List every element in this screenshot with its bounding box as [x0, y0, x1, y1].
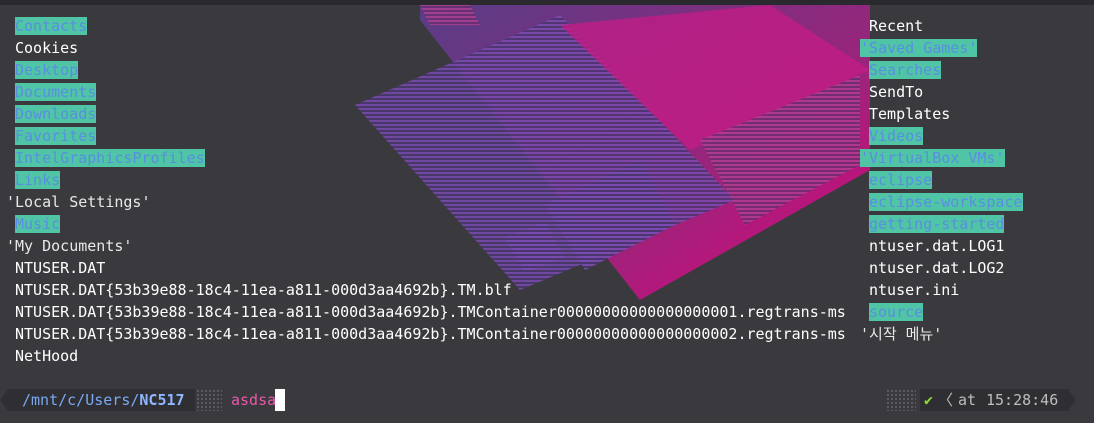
path-current-dir: NC517	[139, 391, 185, 409]
prompt-time: 15:28:46	[986, 391, 1059, 409]
list-item-name: Desktop	[15, 61, 79, 79]
list-item-name: Documents	[15, 83, 97, 101]
list-item: Searches	[860, 59, 1023, 81]
list-item-name: getting-started	[869, 215, 1005, 233]
list-item-name: Links	[15, 171, 61, 189]
list-item: NTUSER.DAT	[6, 257, 846, 279]
prompt-status-segment: ✔ 〈 at 15:28:46	[920, 389, 1076, 411]
list-item: NTUSER.DAT{53b39e88-18c4-11ea-a811-000d3…	[6, 323, 846, 345]
list-item: Videos	[860, 125, 1023, 147]
at-label: at	[958, 391, 977, 409]
prompt-path-segment: /mnt/c/Users/NC517	[0, 389, 195, 411]
list-item-name: 'My Documents'	[6, 237, 133, 255]
prompt-dot-filler	[196, 389, 222, 411]
list-item-name: IntelGraphicsProfiles	[15, 149, 205, 167]
segment-separator-icon: 〈	[938, 391, 954, 409]
text-cursor	[275, 389, 285, 411]
path-prefix: /mnt/c/Users/	[22, 391, 140, 409]
list-item-name: 'Saved Games'	[860, 39, 978, 57]
directory-listing-left: Contacts Cookies Desktop Documents Downloads…	[6, 15, 846, 367]
command-input[interactable]: asdsa	[231, 389, 276, 411]
list-item-name: SendTo	[869, 83, 924, 101]
directory-listing-right: Recent 'Saved Games' Searches SendTo Templat…	[860, 15, 1023, 345]
list-item: Contacts	[6, 15, 846, 37]
list-item: eclipse-workspace	[860, 191, 1023, 213]
list-item-name: Templates	[869, 105, 951, 123]
list-item-name: '시작 메뉴'	[860, 325, 943, 343]
list-item: Desktop	[6, 59, 846, 81]
list-item: ntuser.dat.LOG1	[860, 235, 1023, 257]
list-item: '시작 메뉴'	[860, 323, 1023, 345]
list-item-name: 'Local Settings'	[6, 193, 151, 211]
list-item-name: eclipse-workspace	[869, 193, 1023, 211]
list-item: NTUSER.DAT{53b39e88-18c4-11ea-a811-000d3…	[6, 301, 846, 323]
shell-prompt: /mnt/c/Users/NC517 asdsa ✔ 〈 at 15:28:46	[0, 389, 1094, 411]
list-item-name: NetHood	[15, 347, 79, 365]
list-item-name: 'VirtualBox VMs'	[860, 149, 1005, 167]
list-item: NetHood	[6, 345, 846, 367]
list-item-name: Music	[15, 215, 61, 233]
list-item: SendTo	[860, 81, 1023, 103]
list-item: Favorites	[6, 125, 846, 147]
list-item: IntelGraphicsProfiles	[6, 147, 846, 169]
list-item-name: Favorites	[15, 127, 97, 145]
list-item-name: NTUSER.DAT{53b39e88-18c4-11ea-a811-000d3…	[15, 325, 846, 343]
list-item-name: Cookies	[15, 39, 79, 57]
list-item-name: Searches	[869, 61, 942, 79]
list-item-name: NTUSER.DAT{53b39e88-18c4-11ea-a811-000d3…	[15, 281, 512, 299]
list-item: ntuser.dat.LOG2	[860, 257, 1023, 279]
list-item: ntuser.ini	[860, 279, 1023, 301]
prompt-dot-filler-right	[886, 389, 916, 411]
list-item-name: Recent	[869, 17, 924, 35]
list-item: 'Local Settings'	[6, 191, 846, 213]
list-item: Documents	[6, 81, 846, 103]
check-icon: ✔	[924, 391, 934, 409]
list-item: 'Saved Games'	[860, 37, 1023, 59]
list-item: Downloads	[6, 103, 846, 125]
list-item-name: NTUSER.DAT	[15, 259, 106, 277]
list-item: getting-started	[860, 213, 1023, 235]
list-item-name: source	[869, 303, 924, 321]
list-item: Music	[6, 213, 846, 235]
list-item: Links	[6, 169, 846, 191]
list-item-name: ntuser.dat.LOG1	[869, 237, 1005, 255]
list-item-name: NTUSER.DAT{53b39e88-18c4-11ea-a811-000d3…	[15, 303, 846, 321]
list-item: NTUSER.DAT{53b39e88-18c4-11ea-a811-000d3…	[6, 279, 846, 301]
list-item-name: Contacts	[15, 17, 88, 35]
list-item: Cookies	[6, 37, 846, 59]
list-item-name: eclipse	[869, 171, 933, 189]
list-item: eclipse	[860, 169, 1023, 191]
list-item: source	[860, 301, 1023, 323]
list-item-name: Videos	[869, 127, 924, 145]
list-item-name: ntuser.dat.LOG2	[869, 259, 1005, 277]
list-item: 'My Documents'	[6, 235, 846, 257]
list-item-name: ntuser.ini	[869, 281, 960, 299]
list-item: Templates	[860, 103, 1023, 125]
list-item: 'VirtualBox VMs'	[860, 147, 1023, 169]
list-item-name: Downloads	[15, 105, 97, 123]
list-item: Recent	[860, 15, 1023, 37]
